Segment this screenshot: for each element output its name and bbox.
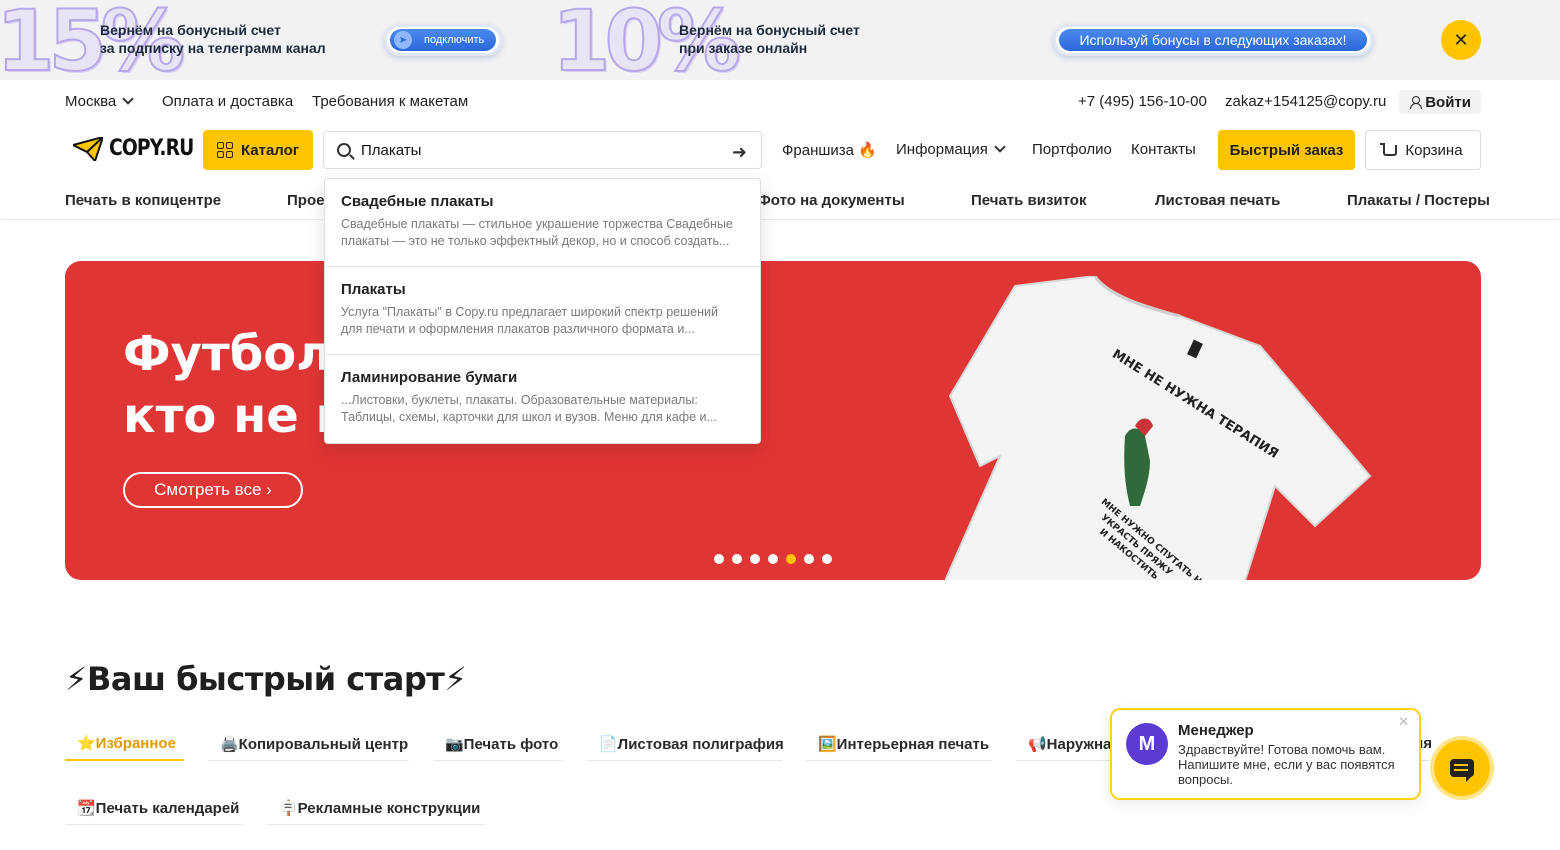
use-bonus-button[interactable]: Используй бонусы в следующих заказах!: [1053, 24, 1373, 56]
promo-text-line: при заказе онлайн: [679, 40, 808, 56]
cart-icon: [1380, 142, 1398, 156]
promo-text-telegram: Вернём на бонусный счет за подписку на т…: [100, 21, 326, 57]
login-label: Войти: [1425, 93, 1471, 111]
suggestion-desc-line: ...Листовки, буклеты, плакаты. Образоват…: [341, 393, 698, 407]
slider-dot[interactable]: [768, 554, 778, 564]
requirements-link[interactable]: Требования к макетам: [312, 93, 468, 110]
search-icon: [337, 143, 351, 157]
fast-order-button[interactable]: Быстрый заказ: [1218, 130, 1355, 170]
service-link[interactable]: Листовая печать: [1155, 192, 1280, 209]
view-all-button[interactable]: Смотреть все ›: [123, 472, 303, 508]
arrow-right-icon[interactable]: ➜: [732, 142, 747, 163]
catalog-button[interactable]: Каталог: [203, 130, 313, 170]
email-link[interactable]: zakaz+154125@copy.ru: [1225, 93, 1386, 110]
promo-text-online: Вернём на бонусный счет при заказе онлай…: [679, 21, 860, 57]
services-nav: Печать в копицентре Прое Фото на докумен…: [65, 190, 1490, 212]
slider-dot[interactable]: [714, 554, 724, 564]
franchise-link[interactable]: Франшиза 🔥: [782, 141, 877, 159]
slider-dot[interactable]: [786, 554, 796, 564]
chat-manager-name: Менеджер: [1178, 722, 1254, 739]
close-icon: ✕: [1453, 29, 1469, 50]
slider-dot[interactable]: [804, 554, 814, 564]
cart-label: Корзина: [1405, 141, 1463, 159]
delivery-link[interactable]: Оплата и доставка: [162, 93, 293, 110]
suggestion-title: Ламинирование бумаги: [341, 369, 518, 386]
suggestion-desc-line: плакаты — это не только эффектный декор,…: [341, 234, 730, 248]
user-icon: [1409, 96, 1423, 109]
suggestion-desc-line: Таблицы, схемы, карточки для школ и вузо…: [341, 410, 717, 424]
tab-copy-center[interactable]: 🖨️Копировальный центр: [208, 727, 409, 761]
grid-icon: [216, 142, 233, 158]
top-bar: Москва Оплата и доставка Требования к ма…: [65, 90, 1481, 114]
chat-close-icon[interactable]: ✕: [1398, 714, 1409, 730]
chat-bubble-icon: [1450, 759, 1474, 782]
suggestion-item[interactable]: Свадебные плакаты Свадебные плакаты — ст…: [325, 179, 760, 267]
suggestion-desc: Услуга "Плакаты" в Copy.ru предлагает ши…: [341, 304, 744, 338]
tab-photo-print[interactable]: 📷Печать фото: [433, 727, 563, 761]
manager-avatar: М: [1126, 723, 1168, 765]
promo-text-line: Вернём на бонусный счет: [679, 22, 860, 38]
tshirt-image: МНЕ НЕ НУЖНА ТЕРАПИЯ МНЕ НУЖНО СПУТАТЬ Н…: [945, 276, 1372, 580]
suggestion-desc: ...Листовки, буклеты, плакаты. Образоват…: [341, 392, 744, 426]
login-button[interactable]: Войти: [1399, 90, 1481, 114]
quick-start-title: ⚡Ваш быстрый старт⚡: [65, 660, 467, 698]
tab-interior-print[interactable]: 🖼️Интерьерная печать: [806, 727, 992, 761]
suggestion-desc-line: Свадебные плакаты — стильное украшение т…: [341, 217, 733, 231]
suggestion-desc-line: Услуга "Плакаты" в Copy.ru предлагает ши…: [341, 305, 718, 319]
hero-banner[interactable]: Футболк кто не в Смотреть все › МНЕ НЕ Н…: [65, 261, 1481, 580]
suggestion-item[interactable]: Плакаты Услуга "Плакаты" в Copy.ru предл…: [325, 267, 760, 355]
info-menu[interactable]: Информация: [896, 141, 1006, 158]
suggestion-desc-line: для печати и оформления плакатов различн…: [341, 322, 695, 336]
service-link[interactable]: Плакаты / Постеры: [1347, 192, 1490, 209]
promo-close-button[interactable]: ✕: [1441, 20, 1481, 60]
search-input[interactable]: [361, 141, 711, 159]
tab-favorites[interactable]: ⭐Избранное: [65, 727, 184, 761]
info-label: Информация: [896, 141, 988, 158]
promo-banner: 15% Вернём на бонусный счет за подписку …: [0, 0, 1560, 80]
promo-text-line: Вернём на бонусный счет: [100, 22, 281, 38]
logo-text: COPY.RU: [109, 136, 194, 161]
main-header: COPY.RU Каталог ➜ Франшиза 🔥 Информация …: [0, 130, 1560, 170]
telegram-icon: ➤: [394, 31, 412, 49]
catalog-label: Каталог: [240, 141, 300, 159]
search-suggestions: Свадебные плакаты Свадебные плакаты — ст…: [324, 178, 761, 444]
city-selector[interactable]: Москва: [65, 93, 134, 110]
service-link[interactable]: Прое: [287, 192, 324, 209]
slider-dots: [714, 554, 832, 564]
phone-link[interactable]: +7 (495) 156-10-00: [1078, 93, 1207, 110]
service-link[interactable]: Фото на документы: [758, 192, 905, 209]
cart-button[interactable]: Корзина: [1365, 130, 1481, 170]
suggestion-title: Плакаты: [341, 281, 406, 298]
service-link[interactable]: Печать визиток: [971, 192, 1086, 209]
tab-calendars[interactable]: 📆Печать календарей: [65, 791, 243, 825]
suggestion-item[interactable]: Ламинирование бумаги ...Листовки, буклет…: [325, 355, 760, 443]
city-label: Москва: [65, 93, 117, 110]
chevron-down-icon: [122, 93, 134, 105]
logo[interactable]: COPY.RU: [73, 136, 208, 161]
search-box: ➜: [323, 131, 762, 169]
use-bonus-label: Используй бонусы в следующих заказах!: [1059, 29, 1367, 51]
tab-sheet-printing[interactable]: 📄Листовая полиграфия: [587, 727, 784, 761]
portfolio-link[interactable]: Портфолио: [1032, 141, 1112, 158]
telegram-connect-button[interactable]: ➤ подключить: [384, 24, 502, 56]
slider-dot[interactable]: [822, 554, 832, 564]
promo-text-line: за подписку на телеграмм канал: [100, 40, 326, 56]
chat-popup[interactable]: М Менеджер Здравствуйте! Готова помочь в…: [1110, 708, 1421, 800]
paper-plane-icon: [73, 136, 103, 161]
slider-dot[interactable]: [750, 554, 760, 564]
chat-message: Здравствуйте! Готова помочь вам. Напишит…: [1178, 742, 1395, 787]
slider-dot[interactable]: [732, 554, 742, 564]
contacts-link[interactable]: Контакты: [1131, 141, 1196, 158]
chevron-down-icon: [994, 141, 1006, 153]
suggestion-title: Свадебные плакаты: [341, 193, 494, 210]
telegram-connect-label: подключить: [424, 34, 485, 46]
chat-open-button[interactable]: [1434, 740, 1490, 796]
service-link[interactable]: Печать в копицентре: [65, 192, 221, 209]
tab-ad-constructions[interactable]: 🪧Рекламные конструкции: [267, 791, 485, 825]
suggestion-desc: Свадебные плакаты — стильное украшение т…: [341, 216, 744, 250]
header-divider: [0, 219, 1560, 220]
